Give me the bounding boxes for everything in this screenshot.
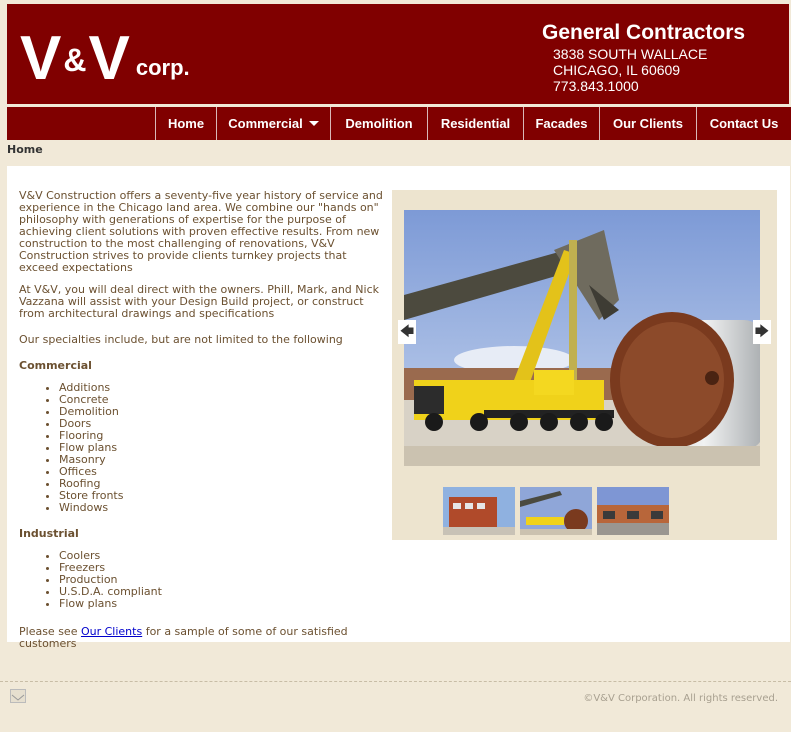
industrial-heading: Industrial <box>19 527 79 540</box>
crane-photo-thumb <box>520 487 592 535</box>
slide-image <box>404 210 760 466</box>
main-content: V&V Construction offers a seventy-five y… <box>7 166 790 650</box>
list-item: Offices <box>59 466 384 478</box>
storefront-photo <box>597 487 669 535</box>
list-item: Flow plans <box>59 598 384 610</box>
list-item: Flow plans <box>59 442 384 454</box>
commercial-heading: Commercial <box>19 359 92 372</box>
list-item: Doors <box>59 418 384 430</box>
content-text: V&V Construction offers a seventy-five y… <box>19 190 384 660</box>
list-item: Demolition <box>59 406 384 418</box>
thumbnail-storefront[interactable] <box>597 487 669 535</box>
arrow-left-icon[interactable]: 🡄 <box>398 320 416 344</box>
logo-letter-v: V <box>20 24 62 93</box>
intro-paragraph: V&V Construction offers a seventy-five y… <box>19 189 383 274</box>
industrial-list: Coolers Freezers Production U.S.D.A. com… <box>59 550 384 610</box>
thumbnail-building[interactable] <box>443 487 515 535</box>
main-navigation: Home Commercial Demolition Residential F… <box>7 107 791 140</box>
logo-ampersand: & <box>63 42 87 78</box>
header-title: General Contractors <box>542 21 746 44</box>
footer-divider <box>0 681 791 682</box>
envelope-glyph <box>11 694 25 701</box>
logo-corp: corp. <box>135 55 190 80</box>
specialties-paragraph: Our specialties include, but are not lim… <box>19 333 343 346</box>
nav-facades[interactable]: Facades <box>523 107 599 140</box>
thumbnail-crane[interactable] <box>520 487 592 535</box>
nav-commercial-label: Commercial <box>228 116 303 131</box>
nav-residential[interactable]: Residential <box>427 107 523 140</box>
image-slider: 🡄 🡆 <box>392 190 777 482</box>
nav-demolition[interactable]: Demolition <box>330 107 427 140</box>
nav-our-clients[interactable]: Our Clients <box>599 107 696 140</box>
list-item: Masonry <box>59 454 384 466</box>
chevron-down-icon <box>308 121 319 126</box>
building-photo <box>443 487 515 535</box>
commercial-list: Additions Concrete Demolition Doors Floo… <box>59 382 384 514</box>
site-header: V&V corp. General Contractors 3838 SOUTH … <box>7 4 789 104</box>
company-logo[interactable]: V&V corp. <box>20 28 190 90</box>
list-item: Coolers <box>59 550 384 562</box>
breadcrumb: Home <box>7 143 43 156</box>
nav-commercial[interactable]: Commercial <box>216 107 330 140</box>
logo-letter-v: V <box>88 24 130 93</box>
header-address-line-2: CHICAGO, IL 60609 <box>553 62 681 78</box>
header-phone: 773.843.1000 <box>553 78 639 94</box>
arrow-right-icon[interactable]: 🡆 <box>753 320 771 344</box>
thumbnail-strip <box>392 480 777 540</box>
closing-paragraph: Please see Our Clients for a sample of s… <box>19 626 384 650</box>
nav-home[interactable]: Home <box>155 107 216 140</box>
header-address-line-1: 3838 SOUTH WALLACE <box>553 46 708 62</box>
crane-photo <box>404 210 760 466</box>
mail-icon[interactable] <box>10 689 26 703</box>
list-item: Windows <box>59 502 384 514</box>
nav-contact-us[interactable]: Contact Us <box>696 107 791 140</box>
our-clients-link[interactable]: Our Clients <box>81 625 142 638</box>
owners-paragraph: At V&V, you will deal direct with the ow… <box>19 283 379 320</box>
copyright-text: ©V&V Corporation. All rights reserved. <box>583 693 778 704</box>
